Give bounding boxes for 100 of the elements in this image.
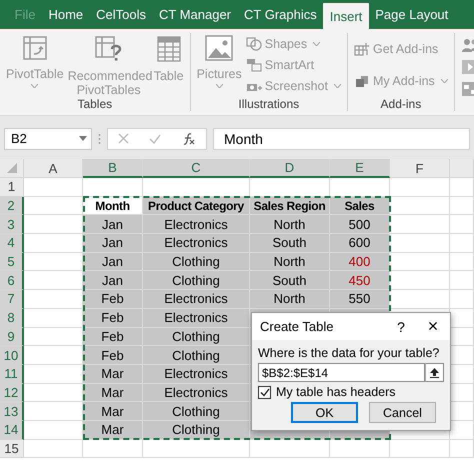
select-all-button[interactable]	[0, 159, 24, 178]
checkmark-icon[interactable]	[149, 134, 162, 144]
grid-cell	[24, 290, 83, 309]
column-header[interactable]: C	[143, 159, 250, 178]
ribbon-button[interactable]: SmartArt	[264, 58, 314, 72]
row-header[interactable]: 9	[0, 328, 24, 346]
grid-cell	[330, 440, 390, 458]
grid-cell	[450, 215, 474, 234]
range-field[interactable]: $B$2:$E$14	[258, 363, 425, 382]
up-arrow-icon	[430, 368, 439, 378]
table-cell: Mar	[83, 402, 143, 421]
grid-cell	[450, 290, 474, 309]
ribbon-button[interactable]: Get Add-ins	[372, 42, 438, 56]
grid-cell	[24, 402, 83, 421]
row-header[interactable]: 4	[0, 234, 24, 253]
name-box[interactable]: B2	[4, 128, 92, 150]
table-cell: Mar	[83, 384, 143, 402]
cell-reference: B2	[11, 131, 27, 146]
checkbox[interactable]	[258, 386, 271, 398]
ribbon-button[interactable]: Pictures	[196, 67, 242, 81]
row-header[interactable]: 10	[0, 346, 24, 365]
table-cell: Clothing	[143, 328, 250, 346]
table-cell: Clothing	[143, 252, 250, 272]
grid-cell	[24, 215, 83, 234]
table-cell: Electronics	[143, 308, 250, 328]
grid-cell	[24, 271, 83, 290]
column-header[interactable]: E	[330, 159, 390, 178]
table-cell: 550	[330, 290, 390, 309]
row-header[interactable]: 7	[0, 290, 24, 309]
ribbon-button[interactable]: My Add-ins	[372, 74, 435, 88]
ribbon-button[interactable]: Table	[154, 69, 184, 83]
dialog-button[interactable]: OK	[291, 402, 358, 423]
document-question-icon	[94, 35, 124, 63]
table-cell: Sales	[330, 196, 390, 216]
table-cell: Jan	[83, 234, 143, 253]
column-header[interactable]: B	[83, 159, 143, 178]
row-header[interactable]: 13	[0, 402, 24, 421]
ribbon-button[interactable]: Shapes	[264, 36, 308, 51]
table-cell: Product Category	[143, 196, 250, 216]
function-icon[interactable]	[182, 132, 196, 146]
cancel-icon[interactable]	[118, 133, 130, 144]
table-cell: Feb	[83, 308, 143, 328]
table-cell: Electronics	[143, 384, 250, 402]
ribbon-button[interactable]: Screenshot	[264, 79, 328, 94]
table-grid-icon	[156, 35, 182, 63]
table-cell: Clothing	[143, 402, 250, 421]
grid-cell	[390, 440, 450, 458]
grid-cell	[24, 196, 83, 216]
table-cell: Sales Region	[250, 196, 330, 216]
pivot-table-icon	[22, 35, 48, 61]
row-header[interactable]: 11	[0, 364, 24, 384]
grid-cell	[24, 328, 83, 346]
ribbon-tab[interactable]: Page Layout	[368, 0, 455, 29]
grid-cell	[390, 196, 450, 216]
column-header[interactable]	[450, 159, 474, 178]
grid-cell	[450, 234, 474, 253]
group-label: Add-ins	[380, 97, 422, 111]
ribbon-tab[interactable]: File	[8, 0, 42, 29]
ribbon-tab[interactable]: Home	[42, 0, 90, 29]
grid-cell	[450, 440, 474, 458]
column-header[interactable]: D	[250, 159, 330, 178]
shapes-icon	[246, 36, 262, 51]
formula-field[interactable]: Month	[213, 128, 470, 150]
picture-icon	[205, 35, 234, 61]
grid-cell	[24, 308, 83, 328]
grid-cell	[390, 252, 450, 272]
column-header[interactable]: F	[390, 159, 450, 178]
table-cell: South	[250, 234, 330, 253]
row-header[interactable]: 2	[0, 196, 24, 216]
collapse-button[interactable]	[425, 363, 444, 382]
table-cell: Jan	[83, 252, 143, 272]
ribbon-tab[interactable]: CT Graphics	[238, 0, 324, 29]
dialog-button[interactable]: Cancel	[369, 402, 436, 423]
grid-cell	[390, 178, 450, 197]
row-header[interactable]: 15	[0, 440, 24, 458]
ribbon-button[interactable]: Recommended PivotTables	[68, 69, 150, 97]
row-header[interactable]: 12	[0, 384, 24, 402]
column-header[interactable]: A	[24, 159, 83, 178]
ribbon-button[interactable]: PivotTable	[6, 67, 64, 81]
checkbox-label[interactable]: My table has headers	[276, 385, 396, 399]
row-header[interactable]: 6	[0, 271, 24, 290]
caret-icon	[79, 136, 87, 141]
table-cell: Electronics	[143, 234, 250, 253]
close-button[interactable]: ×	[416, 316, 450, 337]
row-header[interactable]: 8	[0, 308, 24, 328]
help-button[interactable]: ?	[386, 318, 416, 334]
row-header[interactable]: 14	[0, 420, 24, 440]
row-header[interactable]: 3	[0, 215, 24, 234]
row-header[interactable]: 1	[0, 178, 24, 197]
ribbon-tab[interactable]: CelTools	[90, 0, 152, 29]
table-cell: Electronics	[143, 290, 250, 309]
ribbon-tab[interactable]: CT Manager	[152, 0, 238, 29]
grid-cell	[24, 346, 83, 365]
grid-cell	[450, 178, 474, 197]
grid-cell	[450, 252, 474, 272]
table-cell: Jan	[83, 271, 143, 290]
row-header[interactable]: 5	[0, 252, 24, 272]
ribbon-tab[interactable]: Insert	[323, 3, 369, 29]
table-cell: Feb	[83, 346, 143, 365]
table-cell: Jan	[83, 215, 143, 234]
